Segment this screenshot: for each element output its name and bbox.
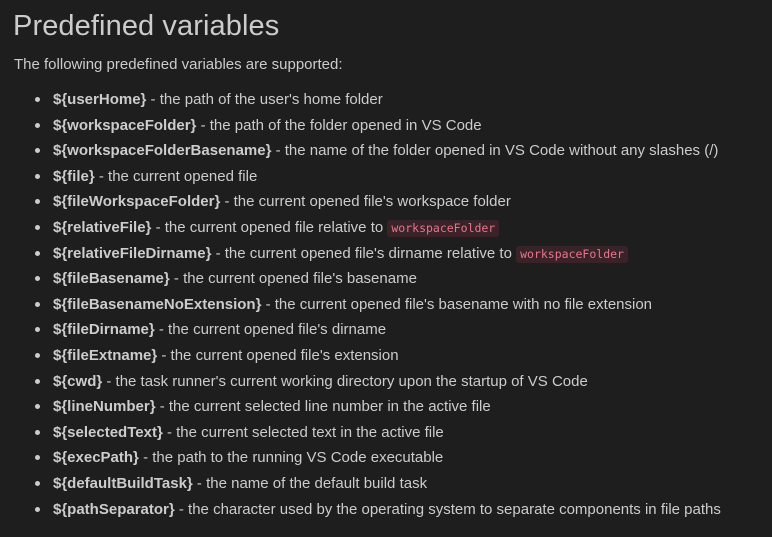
bullet-icon [35,301,40,307]
variable-description: - the path of the user's home folder [146,91,383,108]
bullet-icon [35,250,40,256]
bullet-icon [35,506,40,512]
list-item: ${execPath} - the path to the running VS… [13,445,772,471]
variable-description: - the character used by the operating sy… [174,500,721,518]
variable-description: - the name of the default build task [192,474,428,492]
variable-description: - the current selected line number in th… [155,398,491,416]
bullet-icon [35,173,40,179]
intro-text: The following predefined variables are s… [14,56,343,73]
bullet-icon [35,429,40,435]
variable-description: - the task runner's current working dire… [102,372,588,390]
bullet-icon [35,148,40,154]
variable-description: - the current opened file's dirname rela… [211,244,517,262]
page-title: Predefined variables [13,10,280,42]
variable-name: ${userHome} [53,91,147,108]
variable-description: - the current opened file's workspace fo… [220,193,511,211]
list-item: ${lineNumber} - the current selected lin… [13,394,772,420]
bullet-icon [35,480,40,486]
variable-name: ${execPath} [53,449,139,467]
variable-description: - the name of the folder opened in VS Co… [271,142,719,160]
variable-description: - the path of the folder opened in VS Co… [196,116,482,134]
list-item: ${fileDirname} - the current opened file… [13,317,772,343]
variable-name: ${pathSeparator} [53,500,175,518]
variable-description: - the current opened file's basename [169,270,417,288]
variable-description: - the current selected text in the activ… [162,423,444,441]
list-item: ${userHome} - the path of the user's hom… [13,87,772,113]
bullet-icon [35,455,40,461]
list-item: ${pathSeparator} - the character used by… [13,497,772,523]
bullet-icon [35,199,40,205]
list-item: ${relativeFile} - the current opened fil… [13,215,772,241]
list-item: ${cwd} - the task runner's current worki… [13,369,772,395]
variable-description: - the current opened file relative to [151,218,388,236]
variable-description: - the path to the running VS Code execut… [138,449,444,467]
variable-name: ${defaultBuildTask} [53,474,193,492]
list-item: ${defaultBuildTask} - the name of the de… [13,471,772,497]
bullet-icon [35,378,40,384]
bullet-icon [35,352,40,358]
variable-name: ${workspaceFolderBasename} [53,142,272,160]
variable-description: - the current opened file's dirname [154,321,387,339]
inline-code: workspaceFolder [387,219,500,237]
variable-name: ${fileExtname} [53,346,158,364]
variable-name: ${relativeFile} [53,218,152,236]
variable-name: ${fileWorkspaceFolder} [53,193,221,211]
list-item: ${fileBasenameNoExtension} - the current… [13,292,772,318]
list-item: ${relativeFileDirname} - the current ope… [13,241,772,267]
bullet-icon [35,122,40,128]
list-item: ${workspaceFolder} - the path of the fol… [13,113,772,139]
list-item: ${fileBasename} - the current opened fil… [13,266,772,292]
variable-name: ${file} [53,167,95,185]
variable-name: ${workspaceFolder} [53,116,197,134]
variable-name: ${cwd} [53,372,103,390]
variable-list: ${userHome} - the path of the user's hom… [13,87,772,522]
variable-name: ${lineNumber} [53,398,156,416]
list-item: ${fileExtname} - the current opened file… [13,343,772,369]
bullet-icon [35,276,40,282]
list-item: ${file} - the current opened file [13,164,772,190]
variable-name: ${fileBasename} [53,270,170,288]
variable-name: ${selectedText} [53,423,163,441]
variable-name: ${fileBasenameNoExtension} [53,295,262,313]
variable-description: - the current opened file's basename wit… [261,295,653,313]
variable-name: ${fileDirname} [53,321,155,339]
variable-name: ${relativeFileDirname} [53,244,212,262]
document: Predefined variables The following prede… [0,0,772,522]
variable-description: - the current opened file [94,167,258,185]
bullet-icon [35,327,40,333]
bullet-icon [35,97,40,102]
bullet-icon [35,404,40,410]
inline-code: workspaceFolder [516,245,628,263]
list-item: ${workspaceFolderBasename} - the name of… [13,138,772,164]
list-item: ${selectedText} - the current selected t… [13,420,772,446]
variable-description: - the current opened file's extension [157,346,399,364]
bullet-icon [35,224,40,230]
list-item: ${fileWorkspaceFolder} - the current ope… [13,189,772,215]
